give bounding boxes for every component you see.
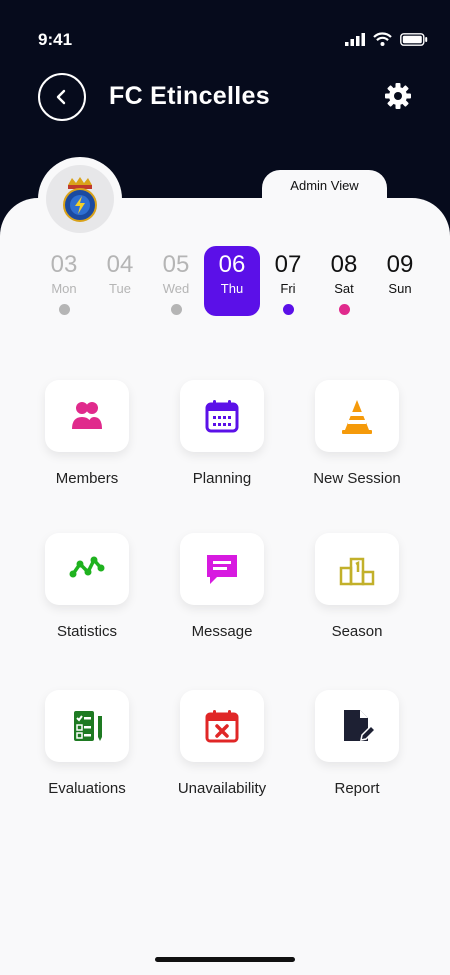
day-sun[interactable]: 09 Sun: [372, 246, 428, 316]
event-dot: [283, 304, 294, 315]
settings-gear-icon[interactable]: [384, 82, 412, 110]
signal-icon: [345, 32, 365, 46]
menu-icon-box[interactable]: [180, 533, 264, 605]
members-icon: [72, 402, 102, 429]
week-day-selector: 03 Mon 04 Tue 05 Wed 06 Thu 07 Fri 08 Sat 09 Sun: [36, 246, 428, 326]
menu-label: New Session: [313, 470, 401, 487]
menu-planning[interactable]: Planning: [157, 380, 287, 487]
club-crest-icon: [63, 177, 97, 222]
menu-label: Season: [331, 623, 383, 640]
calendar-icon: [205, 400, 239, 433]
day-name: Tue: [109, 281, 131, 296]
status-icons: [345, 32, 428, 46]
menu-icon-box[interactable]: [45, 533, 129, 605]
chart-line-icon: [69, 556, 105, 578]
message-icon: [207, 555, 237, 584]
menu-new-session[interactable]: New Session: [292, 380, 422, 487]
event-dot: [339, 304, 350, 315]
menu-label: Message: [191, 623, 253, 640]
day-name: Mon: [51, 281, 77, 296]
menu-icon-box[interactable]: [45, 690, 129, 762]
day-fri[interactable]: 07 Fri: [260, 246, 316, 316]
menu-label: Evaluations: [48, 780, 126, 797]
menu-unavailability[interactable]: Unavailability: [157, 690, 287, 797]
menu-label: Unavailability: [177, 780, 267, 797]
menu-icon-box[interactable]: [180, 380, 264, 452]
day-thu[interactable]: 06 Thu: [204, 246, 260, 316]
cone-icon: [342, 400, 372, 434]
wifi-icon: [373, 32, 392, 46]
day-number: 07: [274, 251, 302, 278]
day-name: Sun: [388, 281, 412, 296]
back-button[interactable]: [38, 73, 86, 121]
event-dot: [59, 304, 70, 315]
battery-icon: [400, 32, 428, 46]
day-number: 09: [386, 251, 414, 278]
day-number: 03: [50, 251, 78, 278]
day-name: Wed: [162, 281, 190, 296]
calendar-x-icon: [205, 710, 239, 743]
menu-members[interactable]: Members: [22, 380, 152, 487]
menu-label: Statistics: [56, 623, 117, 640]
day-number: 05: [162, 251, 190, 278]
menu-label: Report: [334, 780, 380, 797]
club-logo: [38, 157, 122, 241]
menu-icon-box[interactable]: [315, 690, 399, 762]
day-mon[interactable]: 03 Mon: [36, 246, 92, 316]
event-dot: [171, 304, 182, 315]
podium-icon: [339, 557, 375, 586]
day-tue[interactable]: 04 Tue: [92, 246, 148, 316]
menu-report[interactable]: Report: [292, 690, 422, 797]
day-wed[interactable]: 05 Wed: [148, 246, 204, 316]
day-name: Sat: [334, 281, 354, 296]
day-sat[interactable]: 08 Sat: [316, 246, 372, 316]
menu-season[interactable]: Season: [292, 533, 422, 640]
page-title: FC Etincelles: [109, 82, 270, 110]
menu-icon-box[interactable]: [315, 533, 399, 605]
menu-label: Planning: [192, 470, 252, 487]
checklist-icon: [74, 711, 102, 741]
menu-label: Members: [55, 470, 119, 487]
menu-icon-box[interactable]: [315, 380, 399, 452]
chevron-left-icon: [56, 89, 66, 105]
menu-icon-box[interactable]: [180, 690, 264, 762]
day-name: Fri: [280, 281, 296, 296]
menu-statistics[interactable]: Statistics: [22, 533, 152, 640]
menu-evaluations[interactable]: Evaluations: [22, 690, 152, 797]
report-edit-icon: [344, 710, 376, 741]
home-indicator[interactable]: [155, 957, 295, 962]
day-number: 08: [330, 251, 358, 278]
menu-message[interactable]: Message: [157, 533, 287, 640]
menu-icon-box[interactable]: [45, 380, 129, 452]
day-number: 04: [106, 251, 134, 278]
status-time: 9:41: [38, 30, 73, 49]
day-name: Thu: [220, 281, 244, 296]
day-number: 06: [218, 251, 246, 278]
